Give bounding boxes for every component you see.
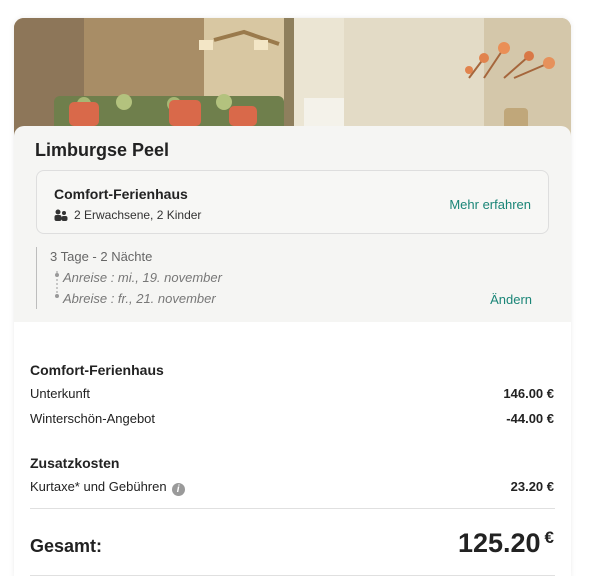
house-box: Comfort-Ferienhaus 2 Erwachsene, 2 Kinde… — [36, 170, 549, 234]
guests-row: 2 Erwachsene, 2 Kinder — [54, 208, 201, 222]
departure-date: Abreise : fr., 21. november — [63, 291, 216, 306]
price-line-value: -44.00 € — [506, 411, 554, 426]
extra-line-label: Kurtaxe* und Gebühren — [30, 479, 167, 494]
extra-line-value: 23.20 € — [510, 479, 554, 494]
total-value: 125.20 € — [458, 528, 554, 559]
stay-duration: 3 Tage - 2 Nächte — [50, 249, 153, 264]
booking-summary-card: Limburgse Peel Comfort-Ferienhaus 2 Erwa… — [14, 18, 571, 576]
stay-dates: 3 Tage - 2 Nächte Anreise : mi., 19. nov… — [36, 247, 549, 309]
arrival-date: Anreise : mi., 19. november — [63, 270, 222, 285]
extra-line: Kurtaxe* und Gebühren i — [30, 479, 185, 496]
more-info-link[interactable]: Mehr erfahren — [449, 197, 531, 212]
change-dates-link[interactable]: Ändern — [490, 292, 532, 307]
divider — [30, 508, 555, 509]
total-amount: 125.20 — [457, 528, 541, 558]
price-line-label: Unterkunft — [30, 386, 90, 401]
total-currency: € — [544, 528, 554, 547]
timeline-icon — [55, 271, 59, 298]
info-icon[interactable]: i — [171, 483, 185, 496]
people-icon — [54, 209, 68, 221]
guests-label: 2 Erwachsene, 2 Kinder — [74, 208, 202, 222]
price-line-label: Winterschön-Angebot — [30, 411, 156, 426]
location-title: Limburgse Peel — [35, 140, 170, 160]
house-name: Comfort-Ferienhaus — [54, 186, 188, 202]
total-label: Gesamt: — [30, 536, 103, 556]
extra-costs-title: Zusatzkosten — [30, 455, 120, 471]
price-line-value: 146.00 € — [503, 386, 554, 401]
price-section-title: Comfort-Ferienhaus — [30, 362, 164, 378]
